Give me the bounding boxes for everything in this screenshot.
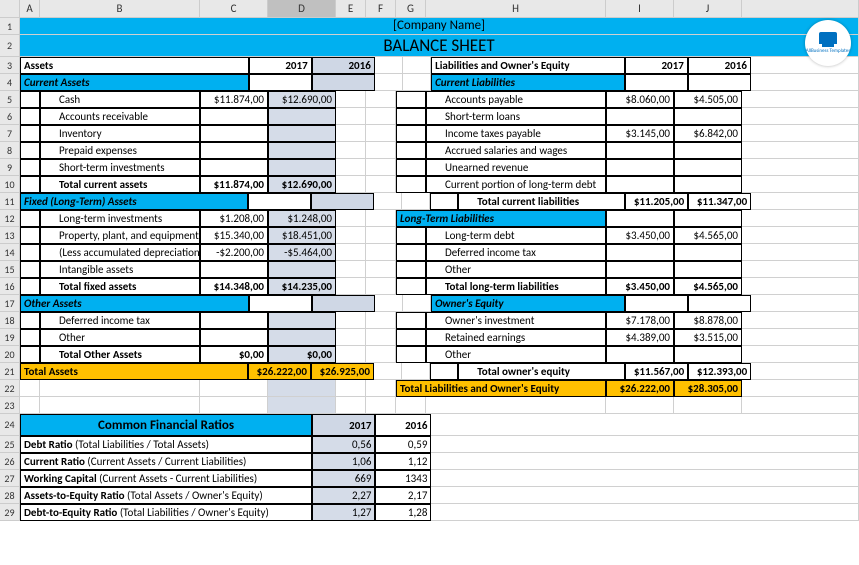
row-header[interactable]: 11 — [0, 193, 20, 210]
total-liab-2016[interactable]: $28.305,00 — [674, 380, 742, 397]
row-header[interactable]: 28 — [0, 487, 20, 504]
monitor-icon — [819, 32, 837, 44]
ap-2016[interactable]: $4.505,00 — [674, 91, 742, 108]
row-header[interactable]: 19 — [0, 329, 20, 346]
total-assets-label[interactable]: Total Assets — [20, 363, 248, 380]
col-header-f[interactable]: F — [366, 0, 396, 17]
row-header[interactable]: 4 — [0, 74, 20, 91]
row-header[interactable]: 27 — [0, 470, 20, 487]
logo-text: AllBusiness Templates — [806, 48, 850, 54]
row-header[interactable]: 9 — [0, 159, 20, 176]
total-liab-label[interactable]: Total Liabilities and Owner's Equity — [396, 380, 606, 397]
col-header-j[interactable]: J — [674, 0, 742, 17]
cash-label[interactable]: Cash — [40, 91, 200, 108]
row-header[interactable]: 24 — [0, 414, 20, 436]
row-header[interactable]: 2 — [0, 35, 20, 57]
liab-header[interactable]: Liabilities and Owner's Equity — [431, 57, 625, 74]
row-header[interactable]: 18 — [0, 312, 20, 329]
year2-header[interactable]: 2016 — [312, 57, 375, 74]
row-header[interactable]: 12 — [0, 210, 20, 227]
row-header[interactable]: 21 — [0, 363, 20, 380]
row-header[interactable]: 3 — [0, 57, 20, 74]
total-assets-2017[interactable]: $26.222,00 — [248, 363, 311, 380]
assets-header[interactable]: Assets — [20, 57, 249, 74]
column-headers[interactable]: A B C D E F G H I J — [0, 0, 859, 18]
col-header-b[interactable]: B — [40, 0, 200, 17]
year1-header-r[interactable]: 2017 — [625, 57, 688, 74]
row-header[interactable]: 20 — [0, 346, 20, 363]
logo: AllBusiness Templates — [805, 20, 851, 66]
total-assets-2016[interactable]: $26.925,00 — [311, 363, 374, 380]
row-header[interactable]: 5 — [0, 91, 20, 108]
col-header-c[interactable]: C — [200, 0, 268, 17]
row-header[interactable]: 14 — [0, 244, 20, 261]
row-header[interactable]: 7 — [0, 125, 20, 142]
debt-equity-label[interactable]: Debt-to-Equity Ratio (Total Liabilities … — [20, 504, 312, 521]
row-header[interactable]: 29 — [0, 504, 20, 521]
col-header-k[interactable] — [742, 0, 859, 17]
year2-header-r[interactable]: 2016 — [688, 57, 751, 74]
working-capital-label[interactable]: Working Capital (Current Assets - Curren… — [20, 470, 312, 487]
ap-2017[interactable]: $8.060,00 — [606, 91, 674, 108]
col-header-a[interactable]: A — [20, 0, 40, 17]
current-ratio-label[interactable]: Current Ratio (Current Assets / Current … — [20, 453, 312, 470]
row-header[interactable]: 23 — [0, 397, 20, 414]
select-all-cell[interactable] — [0, 0, 20, 17]
row-header[interactable]: 25 — [0, 436, 20, 453]
spreadsheet: AllBusiness Templates A B C D E F G H I … — [0, 0, 859, 521]
col-header-h[interactable]: H — [426, 0, 606, 17]
company-name[interactable]: [Company Name] — [20, 18, 859, 35]
row-header[interactable]: 17 — [0, 295, 20, 312]
year1-header[interactable]: 2017 — [249, 57, 312, 74]
ap-label[interactable]: Accounts payable — [426, 91, 606, 108]
col-header-i[interactable]: I — [606, 0, 674, 17]
section-current-assets[interactable]: Current Assets — [20, 74, 249, 91]
total-liab-2017[interactable]: $26.222,00 — [606, 380, 674, 397]
col-header-d[interactable]: D — [268, 0, 336, 17]
row-header[interactable]: 15 — [0, 261, 20, 278]
col-header-e[interactable]: E — [336, 0, 366, 17]
row-header[interactable]: 13 — [0, 227, 20, 244]
row-header[interactable]: 16 — [0, 278, 20, 295]
debt-ratio-label[interactable]: Debt Ratio (Total Liabilities / Total As… — [20, 436, 312, 453]
sheet-title[interactable]: BALANCE SHEET — [20, 35, 859, 57]
row-header[interactable]: 10 — [0, 176, 20, 193]
row-header[interactable]: 22 — [0, 380, 20, 397]
cash-2017[interactable]: $11.874,00 — [200, 91, 268, 108]
cash-2016[interactable]: $12.690,00 — [268, 91, 336, 108]
col-header-g[interactable]: G — [396, 0, 426, 17]
row-header[interactable]: 26 — [0, 453, 20, 470]
ratios-title[interactable]: Common Financial Ratios — [20, 414, 312, 436]
row-header[interactable]: 6 — [0, 108, 20, 125]
assets-equity-label[interactable]: Assets-to-Equity Ratio (Total Assets / O… — [20, 487, 312, 504]
row-header[interactable]: 1 — [0, 18, 20, 35]
section-current-liab[interactable]: Current Liabilities — [431, 74, 625, 91]
row-header[interactable]: 8 — [0, 142, 20, 159]
